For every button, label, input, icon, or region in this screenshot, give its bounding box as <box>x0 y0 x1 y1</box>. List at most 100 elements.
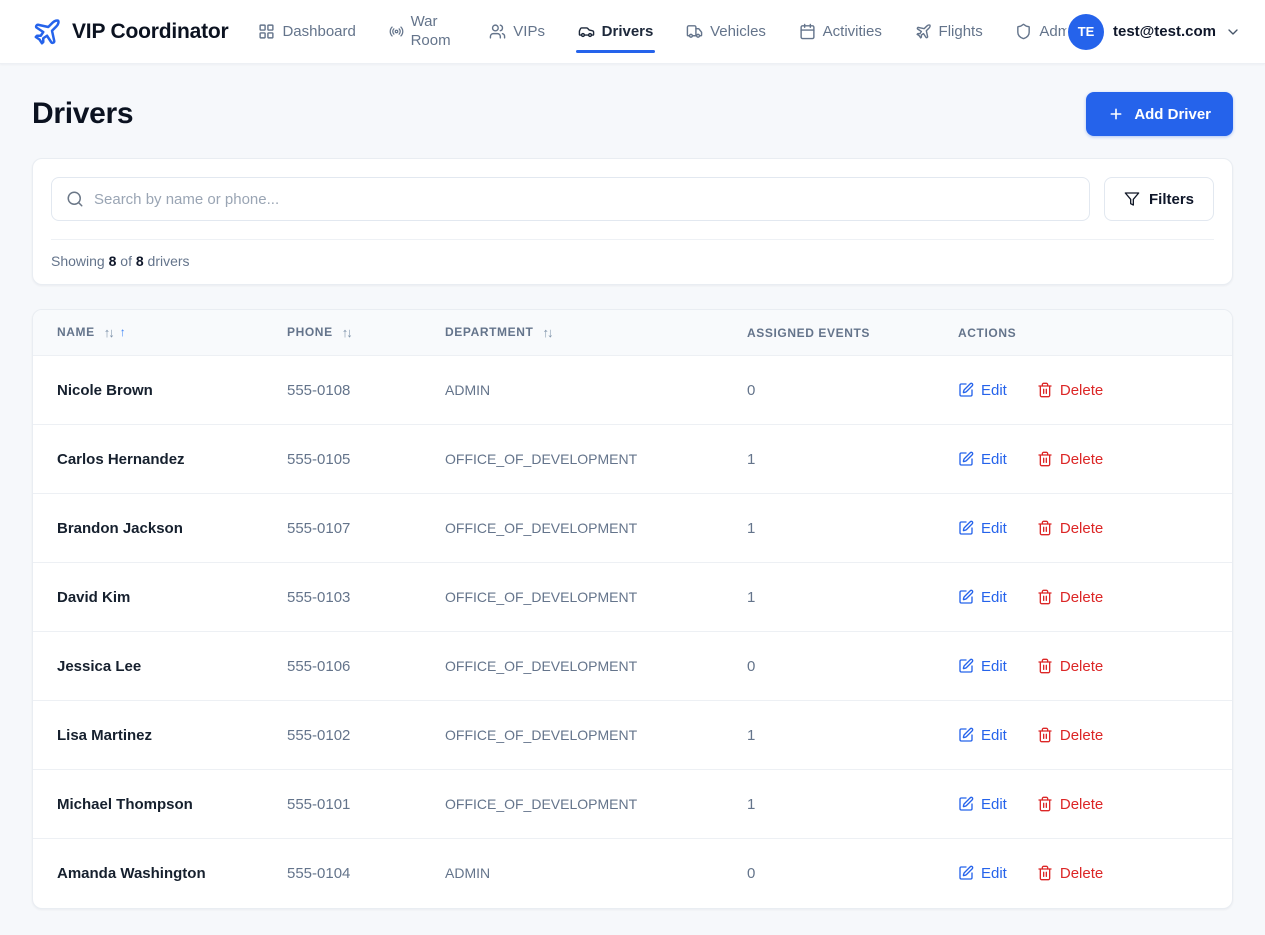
driver-phone: 555-0107 <box>287 494 445 563</box>
nav-label: Drivers <box>602 23 654 40</box>
column-header-phone[interactable]: PHONE↑↓ <box>287 310 445 356</box>
user-menu[interactable]: TE test@test.com <box>1068 14 1241 50</box>
main-nav: Dashboard War Room VIPs Drivers Vehicles… <box>258 0 1082 64</box>
chevron-down-icon <box>1225 24 1241 40</box>
driver-department: OFFICE_OF_DEVELOPMENT <box>445 425 747 494</box>
delete-button[interactable]: Delete <box>1037 520 1103 537</box>
delete-button[interactable]: Delete <box>1037 658 1103 675</box>
nav-item-dashboard[interactable]: Dashboard <box>258 0 355 64</box>
trash-icon <box>1037 658 1053 674</box>
table-row: Carlos Hernandez 555-0105 OFFICE_OF_DEVE… <box>33 425 1232 494</box>
column-header-assigned-events: ASSIGNED EVENTS <box>747 310 958 356</box>
table-row: Brandon Jackson 555-0107 OFFICE_OF_DEVEL… <box>33 494 1232 563</box>
driver-phone: 555-0108 <box>287 356 445 425</box>
sort-icon[interactable]: ↑↓ <box>542 325 551 340</box>
driver-phone: 555-0106 <box>287 632 445 701</box>
edit-button[interactable]: Edit <box>958 520 1007 537</box>
add-driver-button[interactable]: Add Driver <box>1086 92 1233 136</box>
edit-button[interactable]: Edit <box>958 796 1007 813</box>
edit-button[interactable]: Edit <box>958 382 1007 399</box>
edit-button[interactable]: Edit <box>958 727 1007 744</box>
driver-phone: 555-0102 <box>287 701 445 770</box>
sort-icon[interactable]: ↑↓ <box>342 325 351 340</box>
table-header-row: NAME↑↓↑ PHONE↑↓ DEPARTMENT↑↓ ASSIGNED EV… <box>33 310 1232 356</box>
driver-phone: 555-0104 <box>287 839 445 908</box>
driver-assigned-events: 1 <box>747 701 958 770</box>
table-row: Lisa Martinez 555-0102 OFFICE_OF_DEVELOP… <box>33 701 1232 770</box>
filters-button[interactable]: Filters <box>1104 177 1214 221</box>
driver-department: OFFICE_OF_DEVELOPMENT <box>445 701 747 770</box>
search-icon <box>66 190 84 208</box>
calendar-icon <box>799 23 816 40</box>
edit-pen-icon <box>958 796 974 812</box>
airplane-logo-icon <box>32 17 62 47</box>
trash-icon <box>1037 382 1053 398</box>
edit-button[interactable]: Edit <box>958 451 1007 468</box>
nav-item-war-room[interactable]: War Room <box>389 0 457 64</box>
delete-button[interactable]: Delete <box>1037 796 1103 813</box>
driver-department: OFFICE_OF_DEVELOPMENT <box>445 770 747 839</box>
driver-phone: 555-0105 <box>287 425 445 494</box>
search-row: Filters <box>33 159 1232 239</box>
nav-item-activities[interactable]: Activities <box>799 0 882 64</box>
delete-button[interactable]: Delete <box>1037 865 1103 882</box>
column-header-name[interactable]: NAME↑↓↑ <box>33 310 287 356</box>
main-content: Drivers Add Driver Filters Showing 8 of … <box>0 64 1265 935</box>
nav-label: VIPs <box>513 23 545 40</box>
nav-label: Activities <box>823 23 882 40</box>
driver-department: OFFICE_OF_DEVELOPMENT <box>445 494 747 563</box>
delete-button[interactable]: Delete <box>1037 727 1103 744</box>
edit-pen-icon <box>958 589 974 605</box>
nav-label: Vehicles <box>710 23 766 40</box>
trash-icon <box>1037 727 1053 743</box>
avatar: TE <box>1068 14 1104 50</box>
edit-pen-icon <box>958 865 974 881</box>
driver-name: Brandon Jackson <box>33 494 287 563</box>
trash-icon <box>1037 865 1053 881</box>
column-header-actions: ACTIONS <box>958 310 1232 356</box>
edit-pen-icon <box>958 382 974 398</box>
sort-icon[interactable]: ↑↓ <box>104 325 113 340</box>
nav-item-vips[interactable]: VIPs <box>489 0 545 64</box>
users-icon <box>489 23 506 40</box>
delete-button[interactable]: Delete <box>1037 451 1103 468</box>
driver-name: Amanda Washington <box>33 839 287 908</box>
nav-label: Flights <box>939 23 983 40</box>
summary-shown-count: 8 <box>109 253 117 269</box>
driver-department: OFFICE_OF_DEVELOPMENT <box>445 632 747 701</box>
truck-icon <box>686 23 703 40</box>
driver-name: David Kim <box>33 563 287 632</box>
nav-item-drivers[interactable]: Drivers <box>578 0 654 64</box>
delete-button[interactable]: Delete <box>1037 382 1103 399</box>
summary-of: of <box>120 253 132 269</box>
driver-assigned-events: 1 <box>747 770 958 839</box>
search-input[interactable] <box>94 191 1075 208</box>
car-icon <box>578 23 595 40</box>
driver-assigned-events: 0 <box>747 356 958 425</box>
driver-name: Nicole Brown <box>33 356 287 425</box>
driver-assigned-events: 1 <box>747 425 958 494</box>
summary-showing: Showing <box>51 253 105 269</box>
nav-label: War Room <box>411 13 457 51</box>
edit-button[interactable]: Edit <box>958 589 1007 606</box>
table-row: David Kim 555-0103 OFFICE_OF_DEVELOPMENT… <box>33 563 1232 632</box>
nav-item-flights[interactable]: Flights <box>915 0 983 64</box>
driver-assigned-events: 1 <box>747 563 958 632</box>
brand: VIP Coordinator <box>32 17 228 47</box>
nav-item-vehicles[interactable]: Vehicles <box>686 0 766 64</box>
summary-total-count: 8 <box>136 253 144 269</box>
edit-button[interactable]: Edit <box>958 865 1007 882</box>
edit-button[interactable]: Edit <box>958 658 1007 675</box>
nav-label: Dashboard <box>282 23 355 40</box>
driver-assigned-events: 0 <box>747 632 958 701</box>
trash-icon <box>1037 520 1053 536</box>
delete-button[interactable]: Delete <box>1037 589 1103 606</box>
trash-icon <box>1037 796 1053 812</box>
drivers-table: NAME↑↓↑ PHONE↑↓ DEPARTMENT↑↓ ASSIGNED EV… <box>33 310 1232 908</box>
shield-icon <box>1015 23 1032 40</box>
driver-name: Lisa Martinez <box>33 701 287 770</box>
edit-pen-icon <box>958 520 974 536</box>
column-header-department[interactable]: DEPARTMENT↑↓ <box>445 310 747 356</box>
page-header: Drivers Add Driver <box>32 92 1233 136</box>
driver-name: Jessica Lee <box>33 632 287 701</box>
